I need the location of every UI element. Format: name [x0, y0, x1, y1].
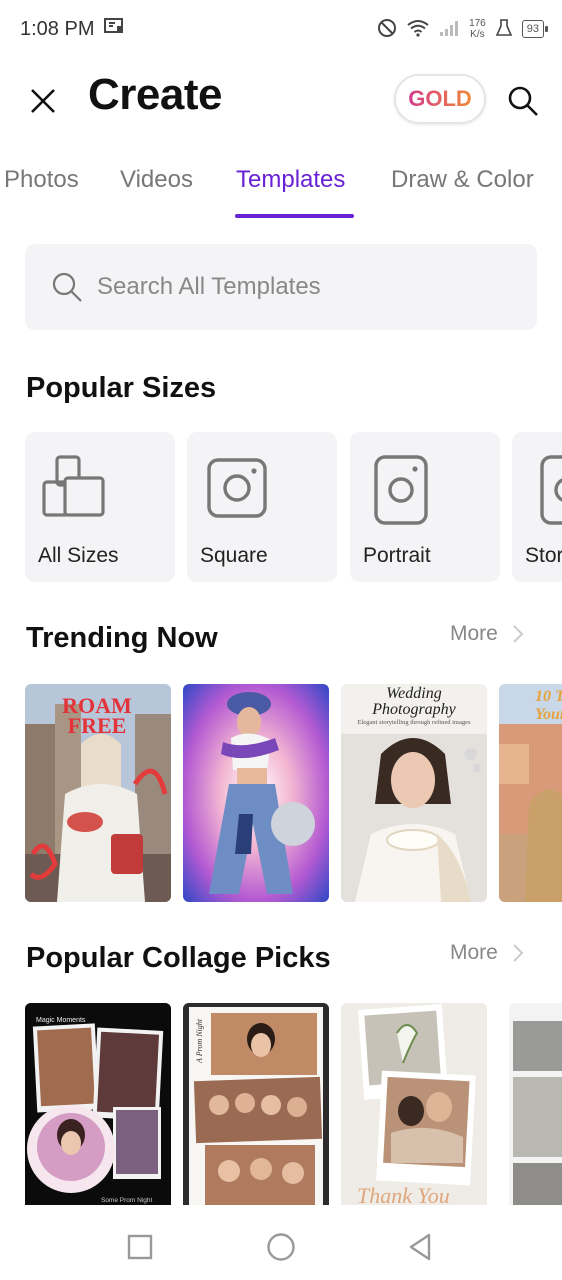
close-button[interactable]: [22, 80, 64, 122]
lab-icon: [495, 18, 512, 40]
square-nav-icon: [127, 1234, 153, 1260]
search-icon: [508, 86, 538, 116]
collage-top-text: Magic Moments: [36, 1017, 86, 1024]
collage-bottom-text: Thank You: [357, 1183, 450, 1205]
template-title-line1: 10 T: [535, 688, 562, 705]
size-label: Square: [200, 544, 268, 567]
size-label: All Sizes: [38, 544, 119, 567]
collage-template-card[interactable]: Magic Moments Some Prom Night: [25, 1003, 171, 1205]
recent-apps-button[interactable]: [120, 1227, 160, 1267]
status-bar: 1:08 PM 176 K/s 93: [0, 0, 562, 58]
dnd-icon: [377, 18, 397, 41]
popular-sizes-title: Popular Sizes: [26, 372, 217, 404]
size-card-portrait[interactable]: Portrait: [350, 432, 500, 582]
size-card-all-sizes[interactable]: All Sizes: [25, 432, 175, 582]
search-input[interactable]: [97, 273, 497, 301]
trending-template-card[interactable]: 10 T Your: [499, 684, 562, 902]
wifi-icon: [407, 19, 429, 40]
story-icon: [540, 455, 562, 525]
chevron-right-icon: [513, 625, 524, 643]
collage-template-card[interactable]: [509, 1003, 562, 1205]
portrait-icon: [374, 455, 428, 525]
template-preview-image: [25, 1003, 171, 1205]
tab-draw-color[interactable]: Draw & Color: [391, 166, 534, 194]
back-button[interactable]: [401, 1227, 441, 1267]
collage-more-link[interactable]: More: [450, 941, 524, 965]
trending-template-card[interactable]: [183, 684, 329, 902]
template-title-line2: Your: [535, 706, 562, 723]
square-icon: [207, 458, 267, 518]
collage-bottom-text: Some Prom Night: [101, 1197, 153, 1204]
chevron-right-icon: [513, 944, 524, 962]
close-icon: [31, 89, 55, 113]
gold-button[interactable]: GOLD: [394, 74, 486, 124]
search-button[interactable]: [502, 80, 544, 122]
template-subtitle: Elegant storytelling through refined ima…: [357, 719, 471, 726]
active-tab-indicator: [235, 214, 354, 218]
collage-template-card[interactable]: Thank You: [341, 1003, 487, 1205]
trending-more-link[interactable]: More: [450, 622, 524, 646]
screen-cast-icon: [104, 17, 124, 41]
trending-title: Trending Now: [26, 622, 218, 654]
template-title-line2: Photography: [372, 701, 456, 718]
collage-side-text: A Prom Night: [195, 1018, 204, 1063]
template-preview-image: [509, 1003, 562, 1205]
signal-icon: [439, 19, 459, 40]
size-card-square[interactable]: Square: [187, 432, 337, 582]
template-preview-image: [183, 1003, 329, 1205]
tab-bar: Photos Videos Templates Draw & Color: [0, 160, 562, 220]
search-bar[interactable]: [25, 244, 537, 330]
net-speed: 176 K/s: [469, 18, 486, 40]
header: Create GOLD: [0, 66, 562, 132]
template-preview-image: [341, 1003, 487, 1205]
tab-templates[interactable]: Templates: [236, 166, 345, 194]
trending-template-card[interactable]: Wedding Photography Elegant storytelling…: [341, 684, 487, 902]
more-label: More: [450, 941, 498, 964]
tab-photos[interactable]: Photos: [4, 166, 79, 194]
collage-row: Magic Moments Some Prom Night A Prom Nig…: [25, 1003, 562, 1205]
template-title-line2: FREE: [67, 713, 127, 738]
page-title: Create: [88, 70, 222, 119]
tab-videos[interactable]: Videos: [120, 166, 193, 194]
trending-row: ROAM FREE Wedding Photography Elegant st…: [25, 684, 562, 902]
system-nav-bar: [0, 1205, 562, 1280]
size-card-story[interactable]: Stor: [512, 432, 562, 582]
circle-nav-icon: [267, 1233, 295, 1261]
collage-template-card[interactable]: A Prom Night: [183, 1003, 329, 1205]
home-button[interactable]: [261, 1227, 301, 1267]
back-triangle-icon: [409, 1233, 431, 1261]
battery-indicator: 93: [521, 20, 549, 38]
status-time: 1:08 PM: [20, 17, 95, 40]
all-sizes-icon: [42, 455, 105, 517]
trending-template-card[interactable]: ROAM FREE: [25, 684, 171, 902]
size-label: Portrait: [363, 544, 431, 567]
search-field-icon: [52, 272, 82, 302]
gold-label: GOLD: [408, 86, 472, 111]
template-title-line1: Wedding: [386, 685, 442, 702]
collage-title: Popular Collage Picks: [26, 942, 331, 974]
template-preview-image: [183, 684, 329, 902]
popular-sizes-row: All Sizes Square Portrait Stor: [25, 432, 562, 582]
size-label: Stor: [525, 544, 562, 567]
more-label: More: [450, 622, 498, 645]
